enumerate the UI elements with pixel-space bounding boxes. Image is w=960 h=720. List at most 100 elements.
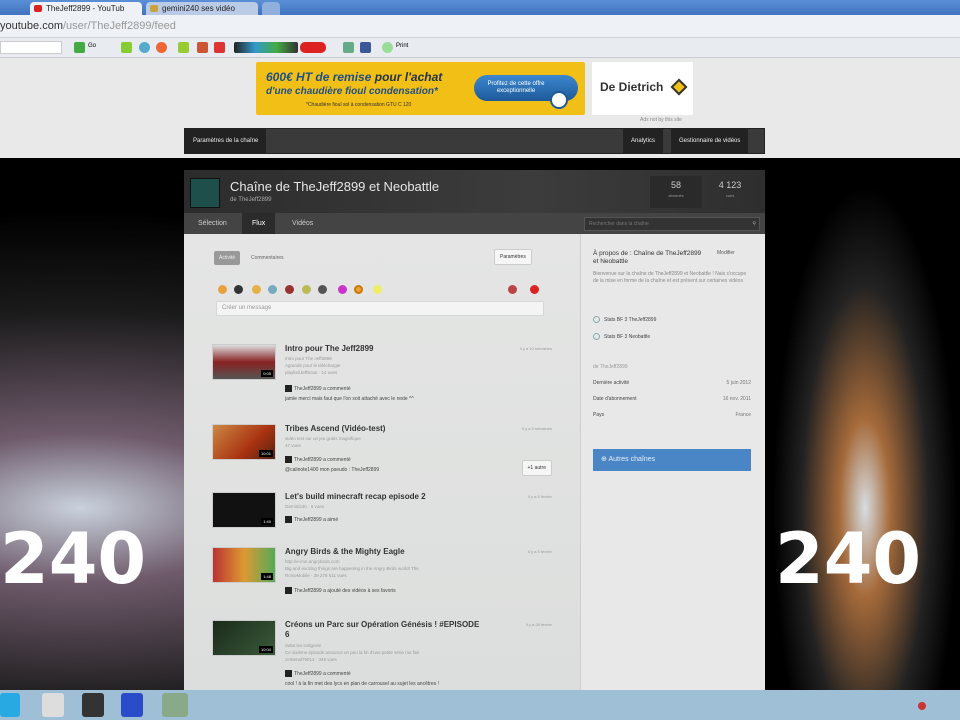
activity-text: TheJeff2899 a commenté (294, 386, 351, 392)
video-title[interactable]: Angry Birds & the Mighty Eagle (285, 547, 485, 557)
tab-label: TheJeff2899 - YouTub (46, 4, 125, 13)
emoji-heart-icon[interactable] (285, 285, 294, 294)
browser-tab[interactable]: gemini240 ses vidéo (146, 2, 258, 15)
filter-comments[interactable]: Commentaires (246, 251, 289, 265)
print-label[interactable]: Print (396, 43, 408, 49)
chrome-icon[interactable] (156, 42, 167, 53)
video-title[interactable]: Intro pour The Jeff2899 (285, 344, 485, 354)
join-date-label: Date d'abonnement (593, 396, 637, 402)
steam-icon[interactable] (82, 693, 104, 717)
video-meta: Agrandir pour le télécharger (285, 363, 341, 368)
emoji-icon[interactable] (234, 285, 243, 294)
bookmark-icon[interactable] (343, 42, 354, 53)
subscriber-count: 58 abonnés (650, 176, 702, 208)
video-meta: playlist/JeffScan · 14 vues (285, 370, 338, 375)
url-host: youtube.com (0, 20, 63, 32)
video-thumbnail[interactable]: 1:40 (212, 492, 276, 528)
feed-column: Activité Commentaires Paramètres Créer u… (184, 234, 580, 690)
globe-icon (593, 333, 600, 340)
attach-video-icon[interactable] (508, 285, 517, 294)
emoji-smile-icon[interactable] (218, 285, 227, 294)
video-title[interactable]: Tribes Ascend (Vidéo-test) (285, 424, 485, 434)
other-channels-button[interactable]: ⊕ Autres chaînes (593, 449, 751, 471)
user-avatar-icon (285, 670, 292, 678)
message-input[interactable]: Créer un message (216, 301, 544, 316)
video-duration: 1:40 (261, 518, 273, 525)
comment-text: @calinote1400 mon pseudo : TheJeff2899 (285, 467, 380, 473)
ad-brand-logo[interactable]: De Dietrich (592, 62, 693, 115)
timestamp: il y a 5 février (528, 494, 552, 499)
activity-text: TheJeff2899 a commenté (294, 457, 351, 463)
bookmark-icon[interactable] (178, 42, 189, 53)
bookmark-icon[interactable] (300, 42, 326, 53)
go-icon[interactable] (74, 42, 85, 53)
bookmark-icons-group[interactable] (234, 42, 298, 53)
browser-tab-active[interactable]: TheJeff2899 - YouTub (30, 2, 142, 15)
tray-icon[interactable] (918, 702, 926, 710)
video-meta: Salut les indignes! (285, 643, 322, 648)
channel-owner[interactable]: de TheJeff2899 (230, 197, 271, 203)
video-meta: 47 vues (285, 443, 301, 448)
ad-banner[interactable]: 600€ HT de remise pour l'achat d'une cha… (256, 62, 585, 115)
brand-name: De Dietrich (600, 80, 664, 94)
youtube-icon[interactable] (214, 42, 225, 53)
tab-videos[interactable]: Vidéos (282, 213, 323, 234)
emoji-icon[interactable] (302, 285, 311, 294)
video-thumbnail[interactable]: 0:05 (212, 344, 276, 380)
video-manager-button[interactable]: Gestionnaire de vidéos (671, 129, 749, 153)
video-title[interactable]: Créons un Parc sur Opération Génésis ! #… (285, 620, 485, 640)
edit-button[interactable]: Modifier (717, 250, 735, 256)
video-thumbnail[interactable]: 10:01 (212, 424, 276, 460)
record-icon[interactable] (530, 285, 539, 294)
search-icon[interactable]: ⚲ (752, 218, 756, 230)
bookmark-icon[interactable] (197, 42, 208, 53)
analytics-button[interactable]: Analytics (623, 129, 664, 153)
about-owner[interactable]: de TheJeff2899 (593, 364, 628, 370)
last-activity-value: 5 juin 2012 (726, 380, 751, 386)
browser-tab-strip: TheJeff2899 - YouTub gemini240 ses vidéo (0, 0, 960, 15)
skype-icon[interactable] (0, 693, 20, 717)
comment-text: jamie merci mais faut que l'on soit atta… (285, 396, 414, 402)
activity-text: TheJeff2899 a ajouté des vidéos à ses fa… (294, 588, 396, 594)
video-thumbnail[interactable]: 10:04 (212, 620, 276, 656)
bookmark-icon[interactable] (121, 42, 132, 53)
tab-flux[interactable]: Flux (242, 213, 276, 234)
filter-activity[interactable]: Activité (214, 251, 241, 265)
ad-subline: d'une chaudière fioul condensation* (266, 86, 438, 97)
link-stats-2[interactable]: Stats BF 3 Neobattle (593, 333, 650, 340)
ad-label[interactable]: Ads not by this site (640, 117, 682, 123)
bookmark-icon[interactable] (139, 42, 150, 53)
taskbar-app-icon[interactable] (121, 693, 143, 717)
tab-label: gemini240 ses vidéo (162, 4, 235, 13)
video-duration: 0:05 (261, 370, 273, 377)
show-more-button[interactable]: +1 autre (521, 460, 552, 476)
tab-selection[interactable]: Sélection (188, 213, 237, 234)
video-title[interactable]: Let's build minecraft recap episode 2 (285, 492, 485, 502)
feed-settings-button[interactable]: Paramètres (494, 249, 532, 265)
emoji-icon[interactable] (252, 285, 261, 294)
taskbar-app-icon[interactable] (42, 693, 64, 717)
emoji-icon[interactable] (354, 285, 363, 294)
address-bar[interactable]: youtube.com/user/TheJeff2899/feed (0, 15, 960, 38)
print-icon[interactable] (382, 42, 393, 53)
link-stats-1[interactable]: Stats BF 3 TheJeff2899 (593, 316, 656, 323)
go-label[interactable]: Go (88, 43, 96, 49)
channel-avatar[interactable] (190, 178, 220, 208)
channel-search-input[interactable]: Rechercher dans la chaîne ⚲ (584, 217, 760, 231)
emoji-heart-icon[interactable] (338, 285, 347, 294)
taskbar-app-icon[interactable] (162, 693, 188, 717)
video-meta: Gemini240 · 6 vues (285, 504, 325, 509)
video-meta: http://e-ime.angrybirds.com (285, 559, 340, 564)
channel-settings-button[interactable]: Paramètres de la chaîne (185, 129, 267, 153)
video-thumbnail[interactable]: 1:48 (212, 547, 276, 583)
new-tab-button[interactable] (262, 2, 280, 15)
water-drop-icon (550, 91, 568, 109)
toolbar-search-input[interactable] (0, 41, 62, 54)
emoji-icon[interactable] (373, 285, 382, 294)
emoji-icon[interactable] (318, 285, 327, 294)
video-meta: RovioMobile · 39 275 511 vues (285, 573, 347, 578)
emoji-icon[interactable] (268, 285, 277, 294)
youtube-favicon-icon (34, 5, 42, 12)
facebook-icon[interactable] (360, 42, 371, 53)
ad-cta-button[interactable]: Profitez de cette offre exceptionnelle (474, 75, 578, 109)
